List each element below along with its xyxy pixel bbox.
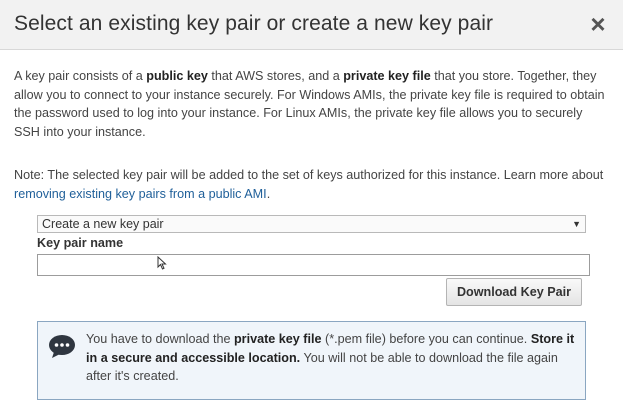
intro-text-2: that AWS stores, and a — [207, 69, 344, 83]
intro-text-1: A key pair consists of a — [14, 69, 147, 83]
key-pair-name-input[interactable] — [37, 254, 590, 276]
select-value: Create a new key pair — [42, 217, 164, 231]
intro-private-key-file: private key file — [343, 69, 431, 83]
note-text: Note: The selected key pair will be adde… — [14, 168, 604, 182]
dialog-header: Select an existing key pair or create a … — [0, 0, 623, 50]
text-cursor-icon — [157, 256, 167, 270]
key-pair-dialog: Select an existing key pair or create a … — [0, 0, 623, 411]
chevron-down-icon: ▼ — [572, 219, 581, 229]
download-info-text: You have to download the private key fil… — [86, 330, 578, 386]
intro-paragraph: A key pair consists of a public key that… — [14, 67, 610, 141]
download-info-box: You have to download the private key fil… — [37, 321, 586, 400]
close-button[interactable]: × — [585, 10, 611, 38]
info-text-2: (*.pem file) before you can continue. — [321, 332, 531, 346]
download-key-pair-button[interactable]: Download Key Pair — [446, 278, 582, 306]
info-text-1: You have to download the — [86, 332, 234, 346]
intro-public-key: public key — [146, 69, 208, 83]
speech-bubble-icon — [49, 335, 75, 358]
remove-key-pairs-link[interactable]: removing existing key pairs from a publi… — [14, 187, 267, 201]
key-pair-option-select[interactable]: Create a new key pair ▼ — [37, 215, 586, 233]
key-pair-name-label: Key pair name — [37, 236, 124, 250]
note-end: . — [266, 186, 271, 201]
note-paragraph: Note: The selected key pair will be adde… — [14, 166, 610, 203]
dialog-title: Select an existing key pair or create a … — [14, 12, 494, 35]
info-private-key-file: private key file — [233, 332, 322, 346]
close-icon: × — [590, 9, 606, 39]
